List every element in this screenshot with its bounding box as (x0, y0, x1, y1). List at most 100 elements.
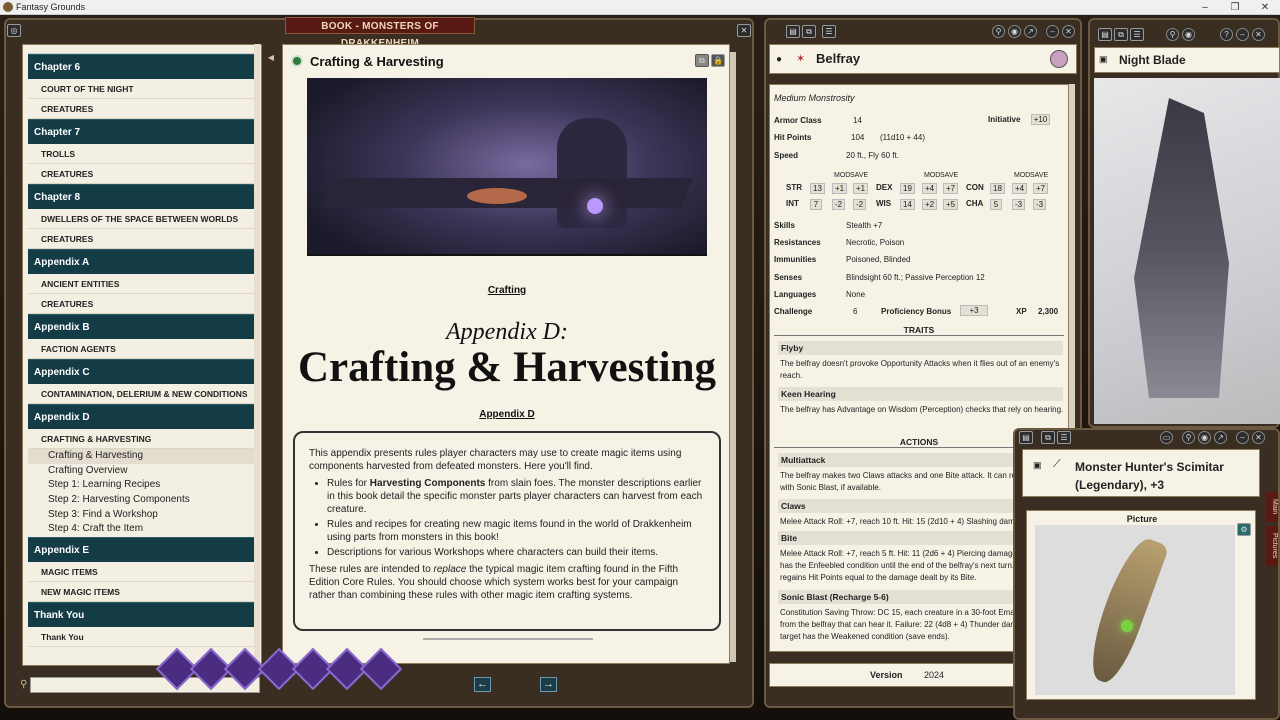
search-icon[interactable]: ⚲ (1166, 28, 1179, 41)
trait-name[interactable]: Keen Hearing (778, 387, 1063, 401)
toc-section[interactable]: ANCIENT ENTITIES (28, 274, 257, 294)
npc-name[interactable]: Night Blade (1119, 53, 1186, 67)
content-scrollbar[interactable] (730, 52, 736, 662)
toc-chapter[interactable]: Appendix B (28, 314, 257, 339)
prev-page-button[interactable]: ← (474, 677, 491, 692)
ability-score-text[interactable]: 19 (900, 183, 915, 194)
share-icon[interactable]: ↗ (1024, 25, 1037, 38)
toc-link[interactable]: Step 1: Learning Recipes (28, 478, 257, 493)
menu-icon[interactable]: ☰ (822, 25, 836, 38)
ability-save: +5 (943, 199, 959, 210)
chat-icon[interactable]: ▭ (1160, 431, 1173, 444)
ability-score-text[interactable]: 18 (990, 183, 1005, 194)
toc-section[interactable]: CREATURES (28, 164, 257, 184)
ability-mod-text[interactable]: +1 (832, 183, 848, 194)
toc-chapter[interactable]: Chapter 7 (28, 119, 257, 144)
page-title: Crafting & Harvesting (310, 54, 444, 69)
minimize-icon[interactable]: – (1236, 28, 1249, 41)
maximize-button[interactable]: ❐ (1220, 0, 1250, 15)
item-name[interactable]: Monster Hunter's Scimitar (Legendary), +… (1075, 458, 1255, 494)
collapse-arrow-icon[interactable]: ◀ (264, 52, 278, 65)
list-icon[interactable]: ▤ (1098, 28, 1112, 41)
toc-section[interactable]: NEW MAGIC ITEMS (28, 582, 257, 603)
toc-search-input[interactable] (30, 677, 260, 693)
ability-mod-text[interactable]: +4 (922, 183, 938, 194)
toc-section[interactable]: CREATURES (28, 99, 257, 119)
minimize-button[interactable]: – (1190, 0, 1220, 15)
resize-handle-icon[interactable]: ◎ (7, 24, 21, 37)
ability-mod-text[interactable]: +4 (1012, 183, 1028, 194)
init-value[interactable]: +10 (1030, 114, 1051, 125)
toc-link[interactable]: Step 2: Harvesting Components (28, 493, 257, 508)
ability-save-text[interactable]: +7 (943, 183, 959, 194)
toc-link[interactable]: Crafting & Harvesting (28, 449, 257, 464)
ability-score-text[interactable]: 5 (990, 199, 1002, 210)
next-page-button[interactable]: → (540, 677, 557, 692)
ability-mod-text[interactable]: +2 (922, 199, 938, 210)
close-icon[interactable]: ✕ (1062, 25, 1075, 38)
ability-save-text[interactable]: -2 (853, 199, 867, 210)
lock-icon[interactable]: ◉ (1008, 25, 1021, 38)
picture-options-icon[interactable]: ⚙ (1237, 523, 1251, 536)
share-icon[interactable]: ⧉ (802, 25, 816, 38)
close-icon[interactable]: ✕ (1252, 28, 1265, 41)
ability-save-text[interactable]: -3 (1033, 199, 1047, 210)
menu-icon[interactable]: ☰ (1057, 431, 1071, 444)
ability-save-text[interactable]: +1 (853, 183, 869, 194)
toc-section[interactable]: DWELLERS OF THE SPACE BETWEEN WORLDS (28, 209, 257, 229)
lock-icon[interactable]: ◉ (1182, 28, 1195, 41)
toc-chapter[interactable]: Appendix E (28, 537, 257, 563)
toc-section[interactable]: COURT OF THE NIGHT (28, 79, 257, 99)
ability-score-text[interactable]: 13 (810, 183, 825, 194)
close-icon[interactable]: ✕ (737, 24, 751, 37)
lock-icon[interactable]: ◉ (1198, 431, 1211, 444)
monster-name[interactable]: Belfray (816, 51, 860, 66)
toc-link[interactable]: Crafting Overview (28, 464, 257, 479)
ability-mod-text[interactable]: -2 (832, 199, 846, 210)
tab-pictures[interactable]: Pictures (1266, 526, 1278, 566)
toc-link[interactable]: Step 3: Find a Workshop (28, 508, 257, 523)
ability-mod-text[interactable]: -3 (1012, 199, 1026, 210)
toc-chapter[interactable]: Appendix C (28, 359, 257, 384)
toc-section[interactable]: Thank You (28, 627, 257, 648)
toc-chapter[interactable]: Chapter 6 (28, 54, 257, 79)
toc-chapter[interactable]: Appendix D (28, 404, 257, 429)
toc-section[interactable]: CRAFTING & HARVESTING (28, 429, 257, 449)
toc-scrollbar[interactable] (254, 44, 260, 664)
close-window-button[interactable]: ✕ (1250, 0, 1280, 15)
close-icon[interactable]: ✕ (1252, 431, 1265, 444)
help-icon[interactable]: ? (1220, 28, 1233, 41)
share-icon[interactable]: ⧉ (1114, 28, 1128, 41)
speed-row: Speed 20 ft., Fly 60 ft. (774, 151, 899, 160)
link-icon[interactable]: ⧉ (695, 54, 709, 67)
ability-score-text[interactable]: 7 (810, 199, 822, 210)
search-icon[interactable]: ⚲ (992, 25, 1005, 38)
toc-chapter[interactable]: Appendix A (28, 249, 257, 274)
search-icon[interactable]: ⚲ (1182, 431, 1195, 444)
minimize-icon[interactable]: – (1046, 25, 1059, 38)
toc-section[interactable]: FACTION AGENTS (28, 339, 257, 359)
lock-icon[interactable]: 🔒 (711, 54, 725, 67)
portrait-icon[interactable] (1050, 50, 1068, 68)
minimize-icon[interactable]: – (1236, 431, 1249, 444)
tab-main[interactable]: Main (1266, 492, 1278, 522)
ability-save-text[interactable]: +5 (943, 199, 959, 210)
menu-icon[interactable]: ☰ (1130, 28, 1144, 41)
toc-chapter[interactable]: Chapter 8 (28, 184, 257, 209)
trait-name[interactable]: Flyby (778, 341, 1063, 355)
toc-section[interactable]: CREATURES (28, 294, 257, 314)
ability-save-text[interactable]: +7 (1033, 183, 1049, 194)
ability-col-header: SAVE (940, 172, 959, 179)
toc-link[interactable]: Step 4: Craft the Item (28, 522, 257, 537)
list-icon[interactable]: ▤ (1019, 431, 1033, 444)
toc-section[interactable]: TROLLS (28, 144, 257, 164)
token-icon[interactable]: ✶ (796, 52, 805, 65)
share-icon[interactable]: ⧉ (1041, 431, 1055, 444)
ability-score-text[interactable]: 14 (900, 199, 915, 210)
toc-chapter[interactable]: Thank You (28, 602, 257, 628)
toc-section[interactable]: CREATURES (28, 229, 257, 249)
toc-section[interactable]: CONTAMINATION, DELERIUM & NEW CONDITIONS (28, 384, 257, 404)
list-icon[interactable]: ▤ (786, 25, 800, 38)
share-icon[interactable]: ↗ (1214, 431, 1227, 444)
toc-section[interactable]: MAGIC ITEMS (28, 562, 257, 583)
